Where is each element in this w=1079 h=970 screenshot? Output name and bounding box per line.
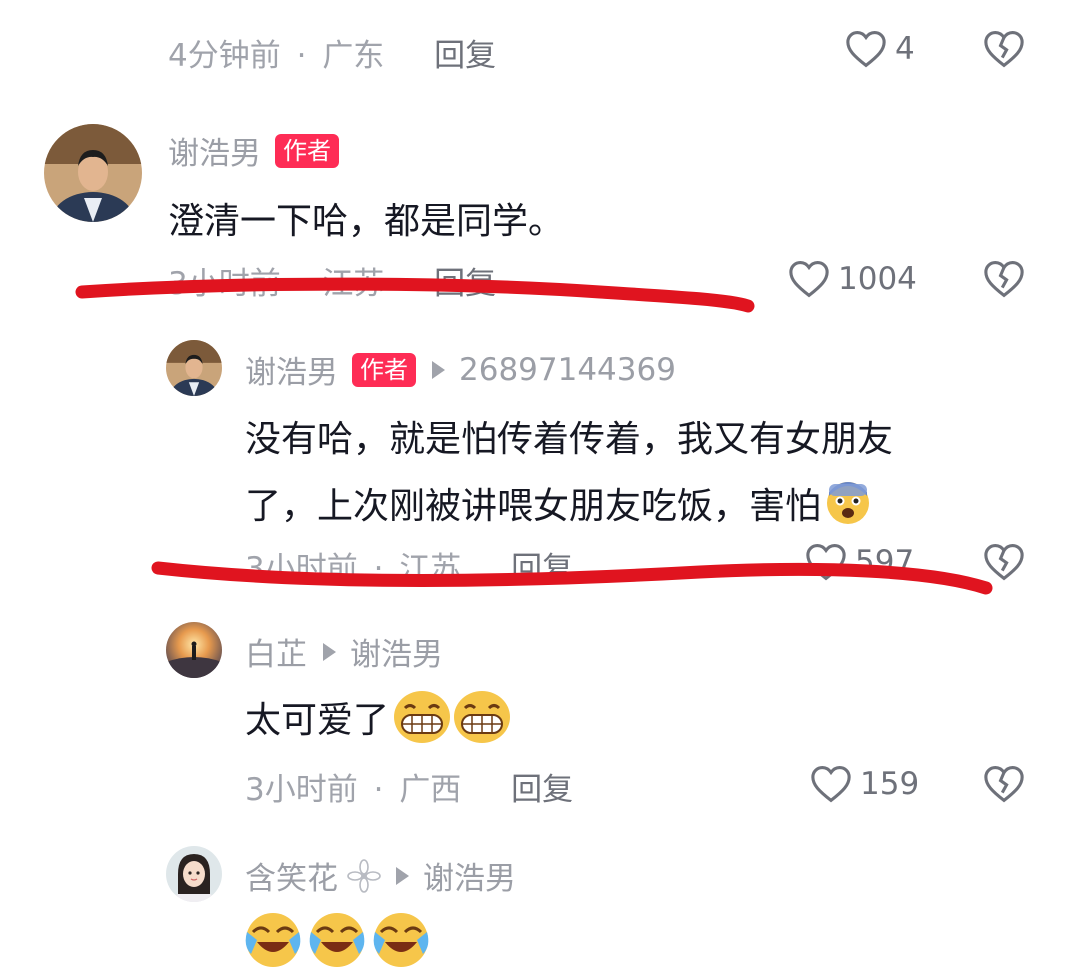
comment-text-line: 了，上次刚被讲喂女朋友吃饭，害怕 [245, 486, 822, 527]
broken-heart-icon [984, 31, 1024, 68]
broken-heart-icon [984, 766, 1024, 803]
comment-time: 4分钟前 [168, 38, 281, 74]
comment-location: 江苏 [399, 551, 462, 587]
like-count: 1004 [838, 261, 917, 297]
comment-meta: 4分钟前 · 广东 回复 [168, 30, 496, 75]
crying-laughing-emoji [309, 913, 365, 967]
dislike-button[interactable] [983, 260, 1025, 302]
dislike-button[interactable] [983, 30, 1025, 72]
like-button[interactable]: 597 [805, 543, 914, 581]
grin-emoji [394, 691, 451, 743]
comment-location: 江苏 [322, 266, 385, 302]
meta-separator: · [373, 551, 384, 587]
comment-time: 3小时前 [245, 772, 358, 808]
comment-text: 澄清一下哈，都是同学。 [168, 201, 565, 242]
crying-laughing-emoji [245, 913, 301, 967]
comment-meta: 3小时前 · 广西 回复 [245, 764, 573, 809]
reply-to-user[interactable]: 谢浩男 [350, 629, 443, 674]
comment-location: 广东 [322, 38, 385, 74]
comment-location: 广西 [399, 772, 462, 808]
comment-text: 太可爱了 [245, 700, 390, 741]
comment-time: 3小时前 [245, 551, 358, 587]
crying-laughing-emoji [373, 913, 429, 967]
like-button[interactable]: 4 [845, 30, 915, 68]
play-triangle-icon [396, 866, 409, 885]
username[interactable]: 含笑花 [245, 853, 338, 898]
fearful-emoji [827, 482, 870, 524]
reply-button[interactable]: 回复 [434, 38, 496, 74]
meta-separator: · [296, 38, 307, 74]
play-triangle-icon [323, 642, 336, 661]
reply-to-user[interactable]: 26897144369 [459, 352, 676, 388]
dislike-button[interactable] [983, 543, 1025, 585]
like-count: 159 [860, 766, 920, 802]
like-button[interactable]: 1004 [788, 260, 917, 298]
author-badge: 作者 [275, 133, 339, 168]
grin-emoji [454, 691, 511, 743]
broken-heart-icon [984, 544, 1024, 581]
comment-meta: 3小时前 · 江苏 回复 [168, 258, 496, 303]
like-count: 4 [895, 31, 915, 67]
username[interactable]: 谢浩男 [168, 128, 261, 173]
comment-emoji-row [243, 910, 431, 970]
comment-text-wrap: 太可爱了 [245, 690, 511, 744]
reply-button[interactable]: 回复 [511, 772, 573, 808]
heart-outline-icon [846, 31, 886, 68]
comment-header: 含笑花 谢浩男 [245, 853, 516, 898]
broken-heart-icon [984, 261, 1024, 298]
play-triangle-icon [432, 360, 445, 379]
heart-outline-icon [806, 544, 846, 581]
avatar[interactable] [44, 124, 142, 222]
flower-icon [347, 858, 381, 893]
comment-text-line: 没有哈，就是怕传着传着，我又有女朋友 [245, 419, 894, 460]
meta-separator: · [296, 266, 307, 302]
meta-separator: · [373, 772, 384, 808]
heart-outline-icon [811, 766, 851, 803]
avatar[interactable] [166, 846, 222, 902]
heart-outline-icon [789, 261, 829, 298]
dislike-button[interactable] [983, 765, 1025, 807]
author-badge: 作者 [352, 352, 416, 387]
username[interactable]: 谢浩男 [245, 347, 338, 392]
username[interactable]: 白芷 [245, 629, 307, 674]
like-count: 597 [855, 544, 915, 580]
comment-header: 谢浩男 作者 26897144369 [245, 347, 676, 392]
comment-time: 3小时前 [168, 266, 281, 302]
like-button[interactable]: 159 [810, 765, 919, 803]
reply-button[interactable]: 回复 [511, 551, 573, 587]
reply-button[interactable]: 回复 [434, 266, 496, 302]
avatar[interactable] [166, 340, 222, 396]
avatar[interactable] [166, 622, 222, 678]
comment-header: 白芷 谢浩男 [245, 629, 443, 674]
comment-text-line-wrap: 了，上次刚被讲喂女朋友吃饭，害怕 [245, 477, 871, 529]
reply-to-user[interactable]: 谢浩男 [423, 853, 516, 898]
comment-header: 谢浩男 作者 [168, 128, 339, 173]
comment-meta: 3小时前 · 江苏 回复 [245, 543, 573, 588]
